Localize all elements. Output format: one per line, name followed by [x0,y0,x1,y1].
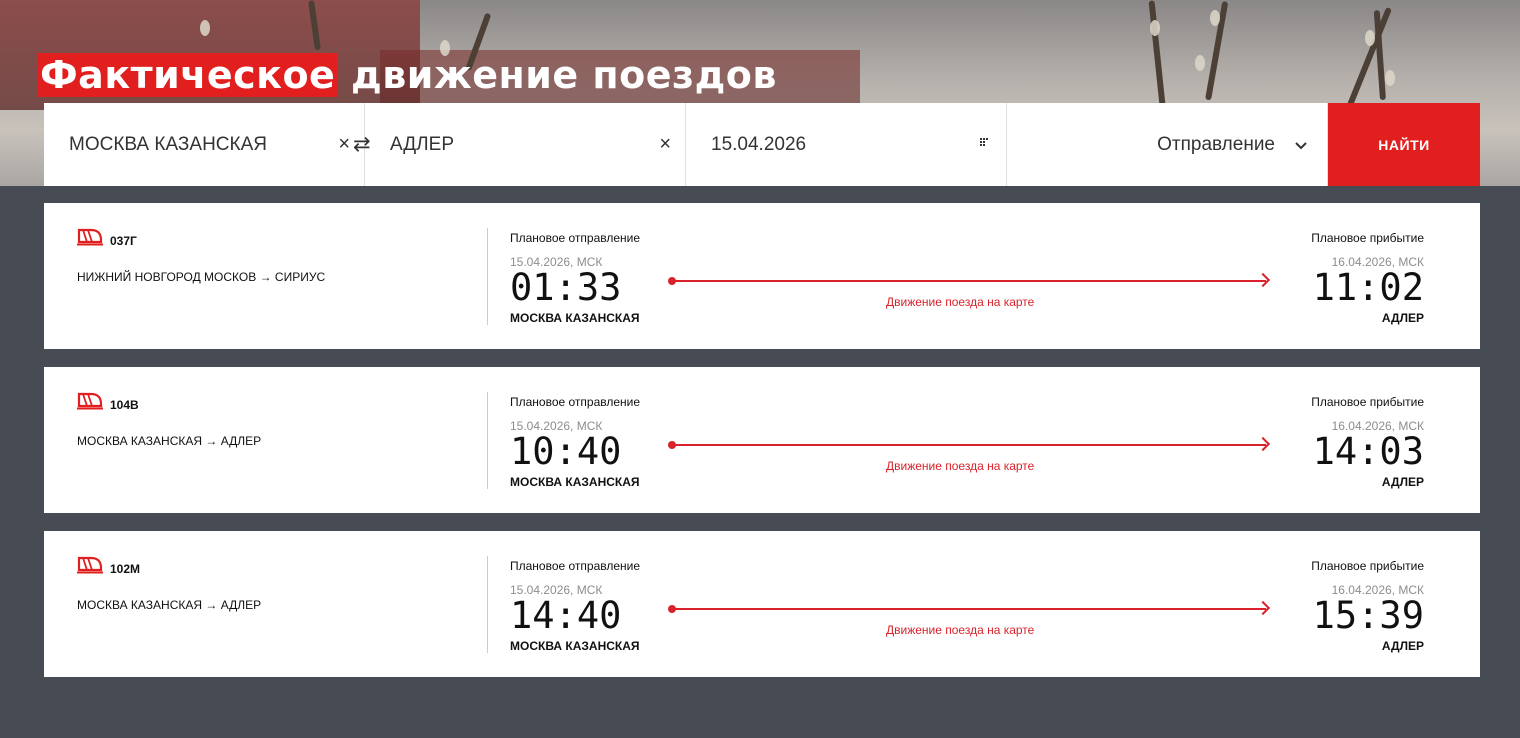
route-start-dot [668,605,676,613]
train-number: 037Г [110,234,137,248]
arrival-label: Плановое прибытие [1311,395,1424,409]
map-link[interactable]: Движение поезда на карте [886,623,1034,637]
search-bar: МОСКВА КАЗАНСКАЯ × ⇄ АДЛЕР × 15.04.2026 … [44,103,1480,186]
train-route: НИЖНИЙ НОВГОРОД МОСКОВ → СИРИУС [77,270,326,284]
departure-station: МОСКВА КАЗАНСКАЯ [510,475,640,489]
arrival-station: АДЛЕР [1381,639,1424,653]
page-title-highlight: Фактическое [38,53,338,97]
date-value: 15.04.2026 [711,133,807,155]
arrow-right-icon [1255,272,1271,288]
to-station-value: АДЛЕР [390,133,454,155]
arrival-time: 14:03 [1312,430,1424,473]
page-title: Фактическое движение поездов [38,50,777,100]
find-button[interactable]: НАЙТИ [1328,103,1480,186]
train-route: МОСКВА КАЗАНСКАЯ → АДЛЕР [77,434,262,448]
card-divider [487,228,488,325]
train-card: 102М МОСКВА КАЗАНСКАЯ → АДЛЕР Плановое о… [44,531,1480,677]
departure-station: МОСКВА КАЗАНСКАЯ [510,639,640,653]
arrow-right-icon [1255,600,1271,616]
direction-select[interactable]: Отправление [1007,103,1328,186]
card-divider [487,556,488,653]
arrival-time: 11:02 [1312,266,1424,309]
arrival-time: 15:39 [1312,594,1424,637]
route-start-dot [668,277,676,285]
route-line [668,272,1271,288]
departure-time: 01:33 [510,266,622,309]
departure-label: Плановое отправление [510,231,641,245]
departure-time: 14:40 [510,594,622,637]
date-field[interactable]: 15.04.2026 [686,103,1007,186]
train-card: 037Г НИЖНИЙ НОВГОРОД МОСКОВ → СИРИУС Пла… [44,203,1480,349]
arrow-right-icon [1255,436,1271,452]
hero-bud [200,20,210,36]
departure-station: МОСКВА КАЗАНСКАЯ [510,311,640,325]
map-link[interactable]: Движение поезда на карте [886,459,1034,473]
departure-label: Плановое отправление [510,559,641,573]
to-station-field[interactable]: АДЛЕР × [365,103,686,186]
swap-stations-icon[interactable]: ⇄ [353,132,371,157]
arrival-station: АДЛЕР [1381,311,1424,325]
page-title-rest: движение поездов [337,53,777,97]
arrival-station: АДЛЕР [1381,475,1424,489]
from-station-field[interactable]: МОСКВА КАЗАНСКАЯ × ⇄ [44,103,371,186]
route-line [668,600,1271,616]
train-number: 104В [110,398,139,412]
train-icon [77,556,103,574]
hero-bud [1210,10,1220,26]
hero-bud [1385,70,1395,86]
route-line [668,436,1271,452]
map-link[interactable]: Движение поезда на карте [886,295,1034,309]
calendar-icon[interactable] [980,135,988,149]
route-start-dot [668,441,676,449]
train-card: 104В МОСКВА КАЗАНСКАЯ → АДЛЕР Плановое о… [44,367,1480,513]
arrival-label: Плановое прибытие [1311,231,1424,245]
clear-to-icon[interactable]: × [659,133,671,156]
hero-bud [1150,20,1160,36]
train-icon [77,228,103,246]
hero-bud [1195,55,1205,71]
card-divider [487,392,488,489]
hero-bud [1365,30,1375,46]
departure-time: 10:40 [510,430,622,473]
train-number: 102М [110,562,141,576]
chevron-down-icon [1295,137,1307,153]
hero-branch [1148,0,1166,111]
arrival-label: Плановое прибытие [1311,559,1424,573]
departure-label: Плановое отправление [510,395,641,409]
clear-from-icon[interactable]: × [338,133,350,156]
train-route: МОСКВА КАЗАНСКАЯ → АДЛЕР [77,598,262,612]
train-icon [77,392,103,410]
direction-value: Отправление [1157,133,1275,155]
from-station-value: МОСКВА КАЗАНСКАЯ [69,133,267,155]
